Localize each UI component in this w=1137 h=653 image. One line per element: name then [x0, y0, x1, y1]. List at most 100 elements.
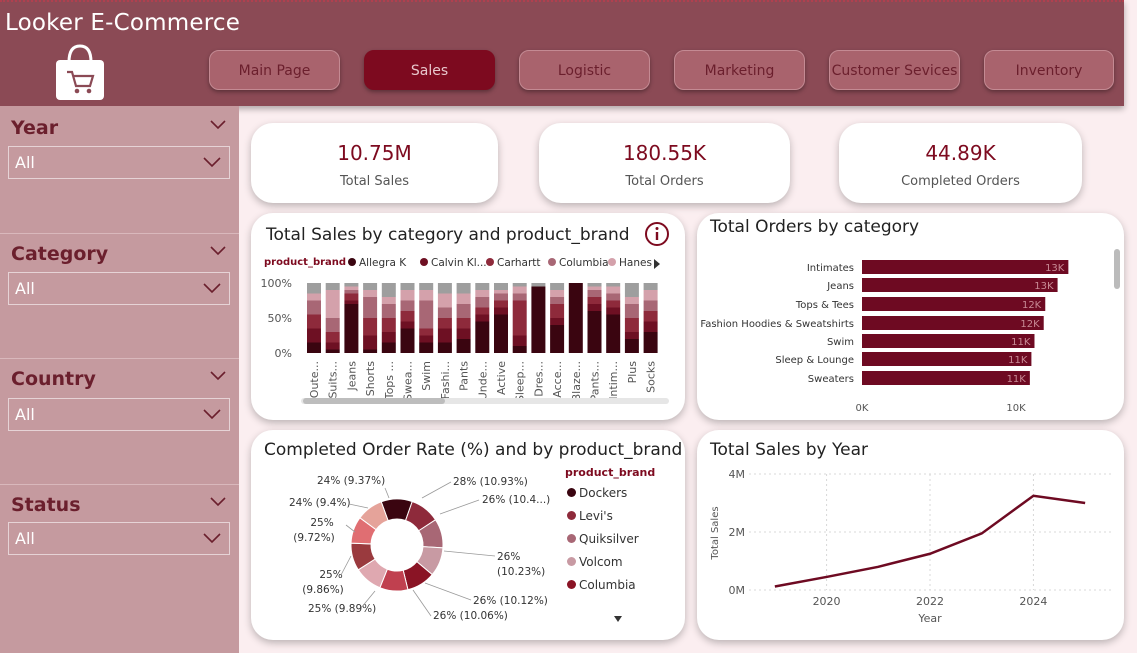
line-chart: 4M 2M 0M 2020 2022 2024 Year Total Sales — [710, 468, 1111, 625]
x-tick-label: Unde... — [476, 361, 489, 400]
stacked-bar-segment — [437, 293, 452, 308]
stacked-sales-card: Total Sales by category and product_bran… — [251, 213, 685, 420]
app-title: Looker E-Commerce — [5, 10, 241, 36]
stacked-bar-segment — [381, 283, 396, 297]
leader-line — [421, 481, 452, 499]
status-dropdown[interactable]: All — [8, 522, 230, 555]
legend-title: product_brand — [264, 257, 347, 268]
stacked-legend: product_brand Allegra K Calvin Kl... Carhar… — [264, 257, 664, 271]
chevron-down-icon — [203, 533, 221, 544]
stacked-bar-segment — [363, 283, 378, 290]
category-label: Jeans — [826, 281, 854, 292]
leader-line — [424, 582, 472, 601]
y-tick-label: 2M — [729, 526, 746, 539]
category-label: Intimates — [807, 263, 854, 274]
stacked-bar-segment — [494, 300, 508, 308]
chevron-down-icon[interactable] — [210, 497, 226, 507]
stacked-bar-segment — [531, 283, 546, 287]
stacked-bar-segment — [400, 328, 415, 353]
chevron-down-icon[interactable] — [210, 246, 226, 256]
stacked-bar-segment — [587, 290, 602, 297]
divider — [0, 358, 239, 359]
year-dropdown[interactable]: All — [8, 146, 230, 179]
stacked-bar-segment — [419, 290, 434, 301]
category-bar — [862, 297, 1046, 311]
stacked-bar-segment — [325, 283, 340, 290]
leader-line — [412, 589, 432, 617]
stacked-bar-segment — [475, 283, 490, 290]
filter-label: Year — [11, 117, 59, 139]
stacked-bar-segment — [606, 307, 621, 315]
stacked-bar-segment — [344, 300, 359, 304]
chevron-down-icon[interactable] — [210, 371, 226, 381]
nav-button-logistic[interactable]: Logistic — [519, 50, 650, 90]
category-label: Fashion Hoodies & Sweatshirts — [700, 319, 854, 330]
nav-button-marketing[interactable]: Marketing — [674, 50, 805, 90]
category-dropdown[interactable]: All — [8, 272, 230, 305]
leader-line — [384, 487, 390, 499]
stacked-bar-segment — [550, 325, 565, 353]
chevron-down-icon[interactable] — [613, 615, 623, 623]
x-tick-label: Tops ... — [383, 361, 396, 400]
stacked-bar-segment — [531, 286, 546, 353]
slice-label: 26% (10.12%) — [473, 595, 548, 607]
x-tick-label: Sleep... — [514, 361, 527, 402]
country-dropdown[interactable]: All — [8, 398, 230, 431]
slice-label: 26% (10.06%) — [433, 610, 508, 622]
y-tick-label: 50% — [268, 312, 292, 325]
x-tick-label: Plus — [626, 361, 639, 384]
dropdown-value: All — [15, 529, 35, 548]
info-icon[interactable] — [644, 221, 670, 247]
x-tick-label: 10K — [1006, 403, 1026, 414]
filter-label: Country — [11, 368, 96, 390]
stacked-bar-segment — [456, 293, 471, 304]
x-tick-label: 2024 — [1019, 595, 1047, 608]
stacked-bar-segment — [512, 293, 527, 301]
chevron-down-icon[interactable] — [210, 120, 226, 130]
x-tick-label: 2022 — [916, 595, 944, 608]
stacked-bar-segment — [475, 297, 490, 308]
x-tick-label: Intim... — [607, 361, 620, 400]
stacked-bar-segment — [475, 290, 490, 297]
x-tick-label: Oute... — [308, 361, 321, 398]
stacked-bar-segment — [606, 286, 621, 294]
nav-button-main-page[interactable]: Main Page — [209, 50, 340, 90]
stacked-bar-segment — [419, 283, 434, 290]
bar-value-label: 11K — [1008, 355, 1028, 366]
stacked-bar-segment — [494, 307, 508, 315]
stacked-bar-segment — [381, 318, 396, 332]
bar-value-label: 11K — [1011, 337, 1031, 348]
stacked-bar-segment — [624, 297, 639, 304]
legend-title: product_brand — [565, 466, 656, 479]
slice-label: 26% (10.4...) — [482, 494, 550, 506]
slice-label: (10.23%) — [497, 566, 545, 578]
y-tick-label: 100% — [261, 277, 292, 290]
stacked-bar-segment — [381, 332, 396, 343]
x-tick-label: Jeans — [345, 361, 358, 392]
stacked-bar-segment — [307, 283, 321, 294]
stacked-bar-segment — [587, 311, 602, 353]
legend-item: Columbia — [548, 257, 609, 269]
stacked-bar-segment — [550, 304, 565, 318]
nav-button-customer-sevices[interactable]: Customer Sevices — [829, 50, 960, 90]
stacked-bar-segment — [456, 328, 471, 339]
x-tick-label: Socks — [645, 361, 658, 393]
legend-item: Columbia — [567, 578, 636, 592]
stacked-bar-segment — [363, 349, 378, 353]
leader-line — [439, 499, 480, 515]
x-tick-label: 0K — [856, 403, 869, 414]
legend-item: Carhartt — [486, 257, 541, 269]
scrollbar[interactable] — [1114, 249, 1120, 289]
slice-label: 26% — [497, 551, 520, 563]
stacked-bar-segment — [381, 342, 396, 353]
nav-button-inventory[interactable]: Inventory — [984, 50, 1114, 90]
chevron-right-icon[interactable] — [652, 258, 662, 270]
x-tick-label: 2020 — [813, 595, 841, 608]
x-tick-label: Shorts — [364, 361, 377, 397]
nav-button-sales[interactable]: Sales — [364, 50, 495, 90]
stacked-bar-segment — [400, 290, 415, 301]
category-bar — [862, 352, 1032, 366]
scrollbar-thumb — [303, 398, 445, 404]
stacked-bar-segment — [419, 328, 434, 336]
stacked-bar-segment — [643, 321, 658, 332]
